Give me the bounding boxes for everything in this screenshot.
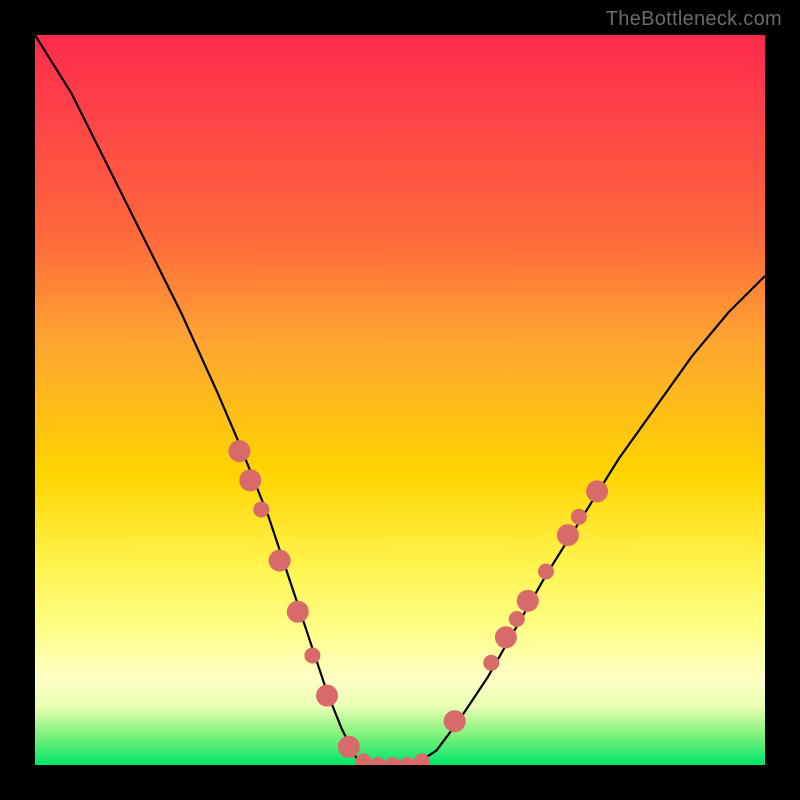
highlight-point <box>399 757 415 765</box>
chart-overlay <box>35 35 765 765</box>
highlight-point <box>287 601 309 623</box>
highlight-point <box>253 502 269 518</box>
highlight-point <box>444 710 466 732</box>
highlight-point <box>239 469 261 491</box>
highlight-point <box>304 648 320 664</box>
highlight-point <box>338 736 360 758</box>
highlight-point <box>228 440 250 462</box>
highlight-point <box>316 685 338 707</box>
highlight-point <box>495 626 517 648</box>
chart-frame: TheBottleneck.com <box>0 0 800 800</box>
highlight-point <box>538 564 554 580</box>
plot-area <box>35 35 765 765</box>
highlight-markers <box>228 440 608 765</box>
highlight-point <box>356 753 372 765</box>
highlight-point <box>517 590 539 612</box>
highlight-point <box>385 757 401 765</box>
highlight-point <box>586 480 608 502</box>
highlight-point <box>557 524 579 546</box>
highlight-point <box>509 611 525 627</box>
bottleneck-curve <box>35 35 765 765</box>
highlight-point <box>269 550 291 572</box>
highlight-point <box>571 509 587 525</box>
highlight-point <box>370 757 386 765</box>
highlight-point <box>483 655 499 671</box>
watermark-label: TheBottleneck.com <box>606 8 782 31</box>
